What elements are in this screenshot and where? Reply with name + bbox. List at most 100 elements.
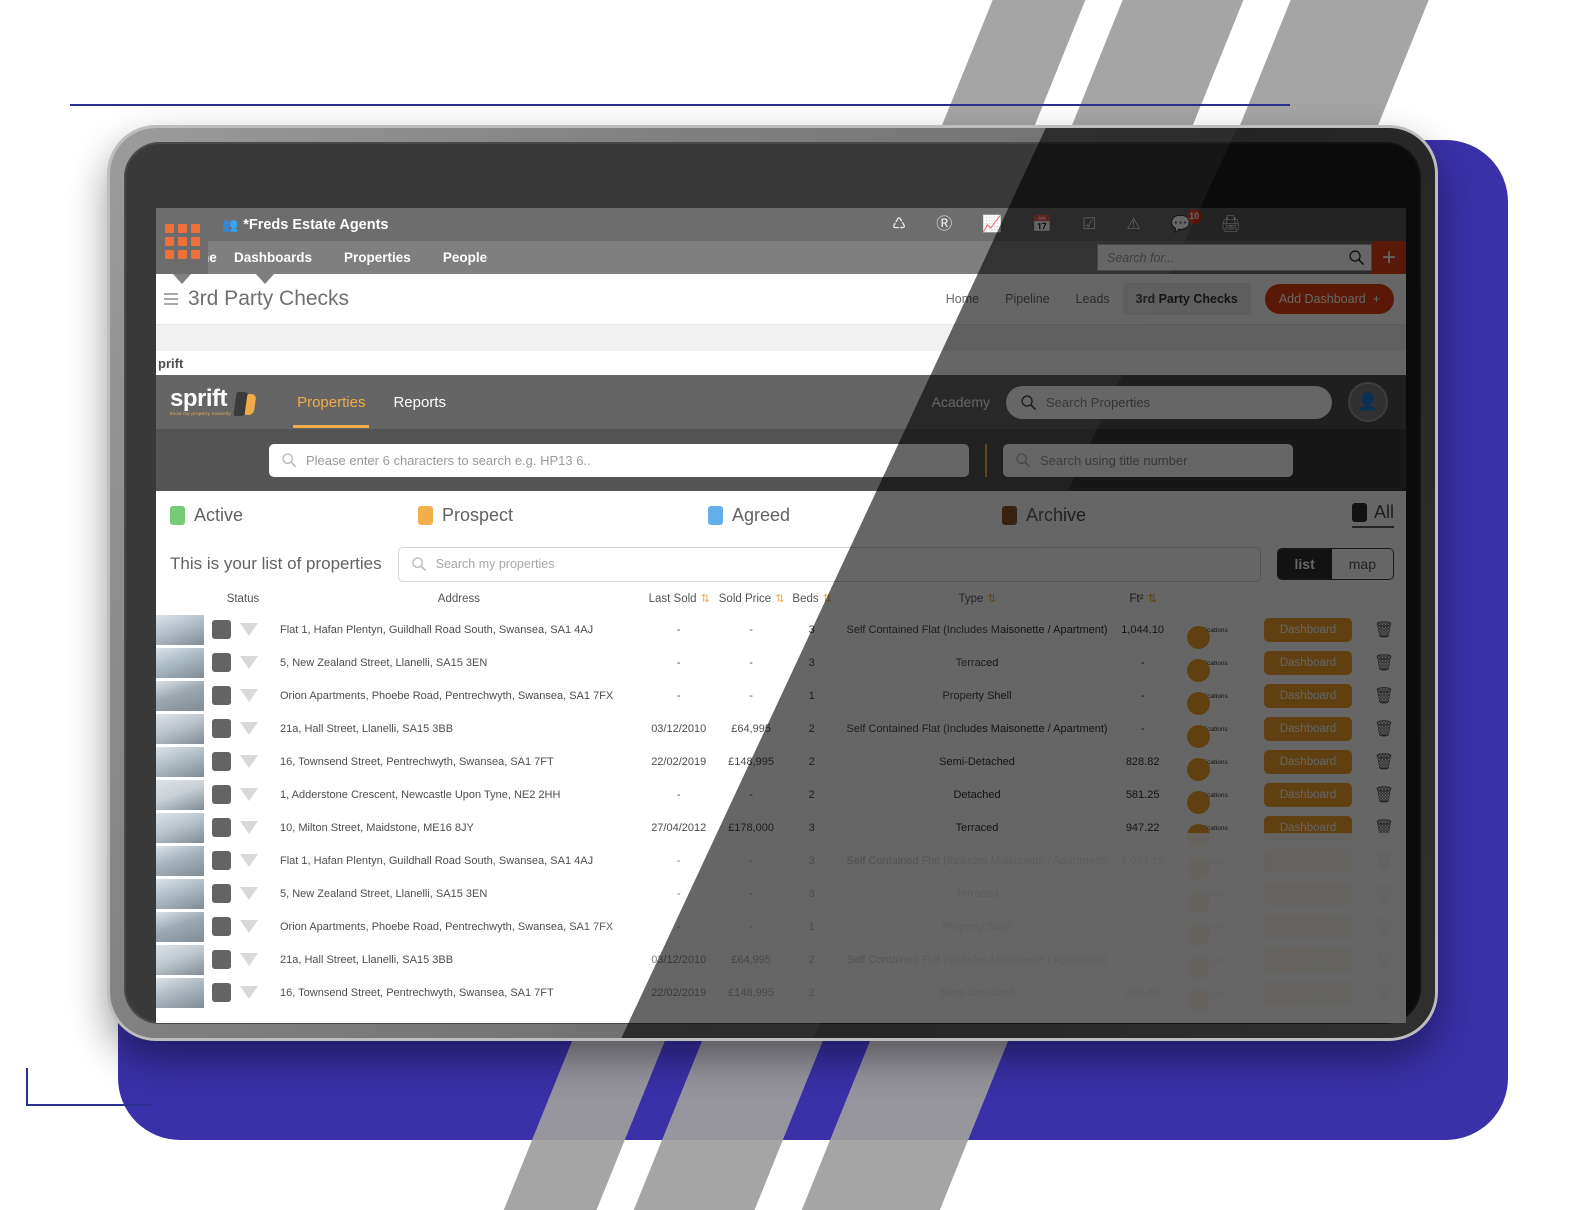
- table-row[interactable]: Flat 1, Hafan Plentyn, Guildhall Road So…: [156, 613, 1406, 649]
- col-ft2[interactable]: Ft² ⇅: [1119, 589, 1166, 613]
- menu-item-people[interactable]: People: [427, 250, 503, 265]
- my-properties-search-input[interactable]: Search my properties: [397, 546, 1261, 582]
- col-address[interactable]: Address: [274, 589, 644, 613]
- trash-icon[interactable]: 🗑: [1374, 985, 1394, 1002]
- dashboard-button[interactable]: Dashboard: [1264, 848, 1352, 873]
- sprift-nav-reports[interactable]: Reports: [379, 394, 460, 411]
- add-dashboard-button[interactable]: Add Dashboard +: [1264, 284, 1394, 314]
- status-checkbox[interactable]: [212, 983, 231, 1002]
- status-checkbox[interactable]: [212, 620, 231, 639]
- trash-icon[interactable]: 🗑: [1374, 820, 1394, 837]
- chevron-down-icon[interactable]: [240, 821, 259, 834]
- trash-icon[interactable]: 🗑: [1374, 952, 1394, 969]
- dashboard-button[interactable]: Dashboard: [1264, 782, 1352, 807]
- filter-agreed[interactable]: Agreed: [708, 505, 1002, 526]
- table-row[interactable]: 16, Townsend Street, Pentrechwyth, Swans…: [156, 976, 1406, 1012]
- status-checkbox[interactable]: [212, 653, 231, 672]
- trash-icon[interactable]: 🗑: [1374, 886, 1394, 903]
- trash-icon[interactable]: 🗑: [1374, 721, 1394, 738]
- dashboard-button[interactable]: Dashboard: [1264, 914, 1352, 939]
- trash-icon[interactable]: 🗑: [1374, 919, 1394, 936]
- sort-icon[interactable]: ⇅: [701, 593, 710, 605]
- table-row[interactable]: 16, Townsend Street, Pentrechwyth, Swans…: [156, 745, 1406, 781]
- tab-3rd-party-checks[interactable]: 3rd Party Checks: [1122, 283, 1251, 315]
- table-row[interactable]: Orion Apartments, Phoebe Road, Pentrechw…: [156, 679, 1406, 715]
- sprift-logo[interactable]: sprift know my property instantly: [170, 387, 257, 416]
- filter-archive[interactable]: Archive: [1002, 505, 1086, 526]
- table-row[interactable]: Flat 1, Hafan Plentyn, Guildhall Road So…: [156, 844, 1406, 880]
- col-beds[interactable]: Beds ⇅: [789, 589, 835, 613]
- sort-icon[interactable]: ⇅: [775, 593, 784, 605]
- tab-pipeline[interactable]: Pipeline: [992, 283, 1062, 315]
- fw-sync-icon[interactable]: ♺: [892, 216, 906, 233]
- dashboard-button[interactable]: Dashboard: [1264, 947, 1352, 972]
- dashboard-button[interactable]: Dashboard: [1264, 617, 1352, 642]
- trash-icon[interactable]: 🗑: [1374, 688, 1394, 705]
- chevron-down-icon[interactable]: [240, 722, 259, 735]
- chevron-down-icon[interactable]: [240, 953, 259, 966]
- table-row[interactable]: 10, Milton Street, Maidstone, ME16 8JY 2…: [156, 811, 1406, 847]
- avatar[interactable]: 👤: [1348, 382, 1388, 422]
- trash-icon[interactable]: 🗑: [1374, 853, 1394, 870]
- chevron-down-icon[interactable]: [240, 788, 259, 801]
- filter-all[interactable]: All: [1351, 502, 1394, 528]
- dashboard-button[interactable]: Dashboard: [1264, 815, 1352, 840]
- dashboard-button[interactable]: Dashboard: [1264, 650, 1352, 675]
- messages-icon[interactable]: 💬 10: [1171, 208, 1202, 233]
- chevron-down-icon[interactable]: [240, 854, 259, 867]
- table-row[interactable]: 21a, Hall Street, Llanelli, SA15 3BB 03/…: [156, 943, 1406, 979]
- status-checkbox[interactable]: [212, 950, 231, 969]
- status-checkbox[interactable]: [212, 851, 231, 870]
- sort-icon[interactable]: ⇅: [1148, 593, 1157, 605]
- dashboard-button[interactable]: Dashboard: [1264, 881, 1352, 906]
- dashboard-button[interactable]: Dashboard: [1264, 716, 1352, 741]
- tab-home[interactable]: Home: [933, 283, 992, 315]
- status-checkbox[interactable]: [212, 818, 231, 837]
- chevron-down-icon[interactable]: [240, 920, 259, 933]
- checkbox-icon[interactable]: ☑: [1082, 216, 1096, 233]
- calendar-icon[interactable]: 📅: [1032, 216, 1052, 233]
- status-checkbox[interactable]: [212, 752, 231, 771]
- table-row[interactable]: 21a, Hall Street, Llanelli, SA15 3BB 03/…: [156, 712, 1406, 748]
- chevron-down-icon[interactable]: [240, 689, 259, 702]
- dashboard-button[interactable]: Dashboard: [1264, 980, 1352, 1005]
- chevron-down-icon[interactable]: [240, 623, 259, 636]
- table-row[interactable]: 5, New Zealand Street, Llanelli, SA15 3E…: [156, 877, 1406, 913]
- col-status[interactable]: Status: [212, 589, 274, 613]
- title-number-search-input[interactable]: Search using title number: [1003, 443, 1293, 477]
- trash-icon[interactable]: 🗑: [1374, 655, 1394, 672]
- academy-link[interactable]: Academy: [932, 394, 990, 410]
- registered-icon[interactable]: Ⓡ: [936, 216, 952, 233]
- status-checkbox[interactable]: [212, 719, 231, 738]
- add-new-button[interactable]: +: [1372, 241, 1406, 274]
- alert-icon[interactable]: ⚠: [1126, 216, 1140, 233]
- status-checkbox[interactable]: [212, 686, 231, 705]
- trash-icon[interactable]: 🗑: [1374, 754, 1394, 771]
- filter-active[interactable]: Active: [170, 505, 418, 526]
- sprift-search-input[interactable]: Search Properties: [1006, 385, 1332, 419]
- chevron-down-icon[interactable]: [240, 656, 259, 669]
- status-checkbox[interactable]: [212, 785, 231, 804]
- sort-icon[interactable]: ⇅: [823, 593, 832, 605]
- status-checkbox[interactable]: [212, 917, 231, 936]
- table-row[interactable]: 5, New Zealand Street, Llanelli, SA15 3E…: [156, 646, 1406, 682]
- dashboard-button[interactable]: Dashboard: [1264, 749, 1352, 774]
- chevron-down-icon[interactable]: [240, 887, 259, 900]
- chevron-down-icon[interactable]: [240, 986, 259, 999]
- chevron-down-icon[interactable]: [240, 755, 259, 768]
- tab-leads[interactable]: Leads: [1063, 283, 1123, 315]
- view-toggle-list[interactable]: list: [1277, 549, 1332, 579]
- sprift-nav-properties[interactable]: Properties: [283, 394, 379, 428]
- printer-icon[interactable]: 🖨: [1221, 216, 1241, 233]
- filter-prospect[interactable]: Prospect: [418, 505, 708, 526]
- table-row[interactable]: Orion Apartments, Phoebe Road, Pentrechw…: [156, 910, 1406, 946]
- col-last-sold[interactable]: Last Sold ⇅: [644, 589, 714, 613]
- table-row[interactable]: 1, Adderstone Crescent, Newcastle Upon T…: [156, 778, 1406, 814]
- trash-icon[interactable]: 🗑: [1374, 622, 1394, 639]
- col-sold-price[interactable]: Sold Price ⇅: [714, 589, 789, 613]
- postcode-search-input[interactable]: Please enter 6 characters to search e.g.…: [269, 443, 969, 477]
- status-checkbox[interactable]: [212, 884, 231, 903]
- menu-hamburger-icon[interactable]: [164, 293, 178, 305]
- view-toggle-map[interactable]: map: [1331, 549, 1393, 579]
- sort-icon[interactable]: ⇅: [987, 593, 996, 605]
